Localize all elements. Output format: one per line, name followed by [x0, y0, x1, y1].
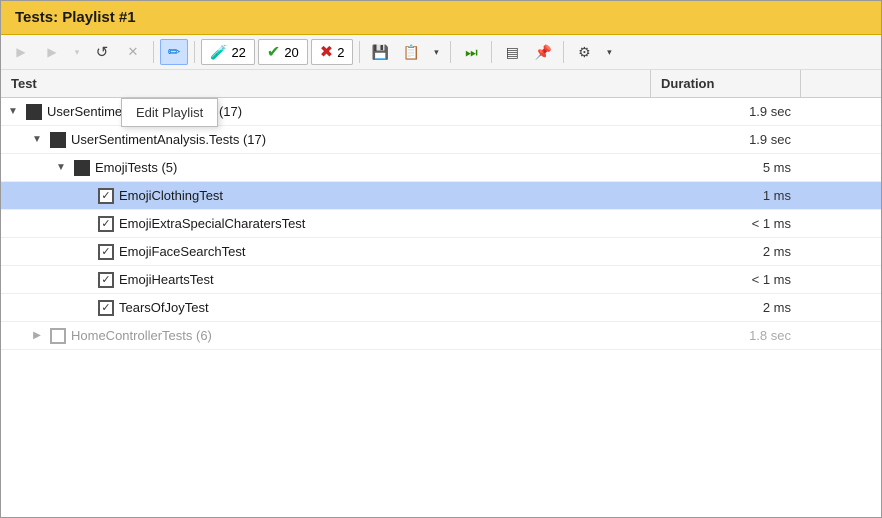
row-label: EmojiHeartsTest: [119, 272, 214, 287]
content-area: Edit Playlist Test Duration ▼ UserSentim…: [1, 70, 881, 517]
flask-badge-button[interactable]: 🧪 22: [201, 39, 255, 65]
row-duration: < 1 ms: [651, 213, 801, 234]
table-row[interactable]: TearsOfJoyTest 2 ms: [1, 294, 881, 322]
flask-icon: 🧪: [210, 44, 227, 61]
pass-count: 20: [284, 45, 298, 60]
copy-icon: 📋: [403, 44, 420, 61]
col-extra-header: [801, 70, 881, 97]
row-duration: 1 ms: [651, 185, 801, 206]
separator-5: [491, 41, 492, 63]
refresh-button[interactable]: ↺: [88, 39, 116, 65]
settings-dropdown-icon: ▾: [607, 47, 612, 58]
pencil-icon: ✏: [168, 43, 181, 61]
row-label: TearsOfJoyTest: [119, 300, 209, 315]
window-title: Tests: Playlist #1: [15, 9, 136, 26]
table-row[interactable]: EmojiExtraSpecialCharatersTest < 1 ms: [1, 210, 881, 238]
table-row[interactable]: ▼ UserSentimentAnalysis.Tests (17) 1.9 s…: [1, 126, 881, 154]
separator-1: [153, 41, 154, 63]
copy-button[interactable]: 📋: [397, 39, 425, 65]
checkbox-checked-icon[interactable]: [98, 216, 114, 232]
save-button[interactable]: 💾: [366, 39, 394, 65]
checkmark-icon: ✔: [267, 42, 280, 62]
checkbox-empty-icon[interactable]: [50, 328, 66, 344]
cancel-button[interactable]: ✕: [119, 39, 147, 65]
save-icon: 💾: [372, 44, 389, 61]
cancel-icon: ✕: [128, 44, 139, 60]
table-row[interactable]: EmojiHeartsTest < 1 ms: [1, 266, 881, 294]
refresh-icon: ↺: [96, 43, 109, 61]
fail-count: 2: [337, 45, 344, 60]
pass-badge-button[interactable]: ✔ 20: [258, 39, 308, 65]
row-duration: 2 ms: [651, 297, 801, 318]
expand-icon[interactable]: ▼: [53, 160, 69, 176]
row-duration: 2 ms: [651, 241, 801, 262]
row-label: EmojiFaceSearchTest: [119, 244, 245, 259]
separator-6: [563, 41, 564, 63]
row-duration: 1.9 sec: [651, 101, 801, 122]
row-duration: < 1 ms: [651, 269, 801, 290]
col-duration-header: Duration: [651, 70, 801, 97]
row-duration: 5 ms: [651, 157, 801, 178]
row-label: HomeControllerTests (6): [71, 328, 212, 343]
pin-icon: 📌: [535, 44, 552, 61]
expand-icon[interactable]: ▼: [29, 132, 45, 148]
row-label: EmojiClothingTest: [119, 188, 223, 203]
col-test-header: Test: [1, 70, 651, 97]
group-button[interactable]: ▤: [498, 39, 526, 65]
table-row[interactable]: ▶ HomeControllerTests (6) 1.8 sec: [1, 322, 881, 350]
table-row[interactable]: EmojiFaceSearchTest 2 ms: [1, 238, 881, 266]
row-label: EmojiExtraSpecialCharatersTest: [119, 216, 305, 231]
fail-icon: ✖: [320, 42, 333, 62]
run-all-icon: ▶: [16, 45, 25, 59]
checkbox-icon[interactable]: [26, 104, 42, 120]
group-icon: ▤: [506, 44, 519, 61]
run-dropdown-icon: ▾: [75, 47, 80, 58]
edit-playlist-button[interactable]: ✏: [160, 39, 188, 65]
row-duration: 1.8 sec: [651, 325, 801, 346]
checkbox-checked-icon[interactable]: [98, 244, 114, 260]
title-bar: Tests: Playlist #1: [1, 1, 881, 35]
copy-dropdown-button[interactable]: ▾: [428, 39, 444, 65]
run-button[interactable]: ▶: [38, 39, 66, 65]
table-row[interactable]: ▼ EmojiTests (5) 5 ms: [1, 154, 881, 182]
row-duration: 1.9 sec: [651, 129, 801, 150]
run-icon: ▶: [47, 45, 56, 59]
gear-icon: ⚙: [578, 44, 591, 61]
row-label: EmojiTests (5): [95, 160, 177, 175]
fail-badge-button[interactable]: ✖ 2: [311, 39, 354, 65]
checkbox-icon[interactable]: [74, 160, 90, 176]
fastforward-button[interactable]: ⏭: [457, 39, 485, 65]
checkbox-checked-icon[interactable]: [98, 272, 114, 288]
table-row[interactable]: ▼ UserSentimentAnalysis.Tests (17) 1.9 s…: [1, 98, 881, 126]
separator-4: [450, 41, 451, 63]
run-dropdown-button[interactable]: ▾: [69, 39, 85, 65]
test-tree[interactable]: ▼ UserSentimentAnalysis.Tests (17) 1.9 s…: [1, 98, 881, 517]
expand-icon[interactable]: ▼: [5, 104, 21, 120]
table-header: Test Duration: [1, 70, 881, 98]
table-row[interactable]: EmojiClothingTest 1 ms: [1, 182, 881, 210]
settings-button[interactable]: ⚙: [570, 39, 598, 65]
row-label: UserSentimentAnalysis.Tests (17): [71, 132, 266, 147]
separator-2: [194, 41, 195, 63]
flask-count: 22: [231, 45, 245, 60]
checkbox-checked-icon[interactable]: [98, 300, 114, 316]
run-all-button[interactable]: ▶: [7, 39, 35, 65]
checkbox-checked-icon[interactable]: [98, 188, 114, 204]
separator-3: [359, 41, 360, 63]
settings-dropdown-button[interactable]: ▾: [601, 39, 617, 65]
main-window: Tests: Playlist #1 ▶ ▶ ▾ ↺ ✕ ✏ 🧪: [0, 0, 882, 518]
checkbox-icon[interactable]: [50, 132, 66, 148]
pin-button[interactable]: 📌: [529, 39, 557, 65]
toolbar: ▶ ▶ ▾ ↺ ✕ ✏ 🧪 22 ✔ 20: [1, 35, 881, 70]
expand-icon[interactable]: ▶: [29, 328, 45, 344]
copy-dropdown-icon: ▾: [434, 47, 439, 58]
fastforward-icon: ⏭: [465, 44, 478, 61]
row-label: UserSentimentAnalysis.Tests (17): [47, 104, 242, 119]
